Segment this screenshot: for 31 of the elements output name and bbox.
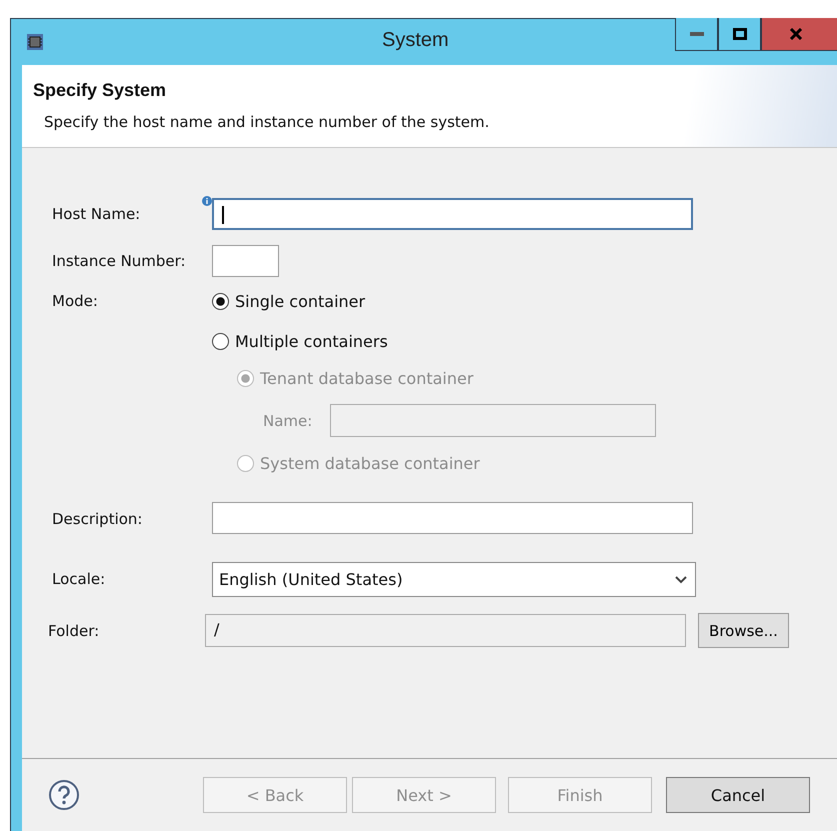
field-label: Instance Number: [52, 252, 187, 270]
field-label: Host Name: [52, 205, 142, 223]
radio-button[interactable] [212, 332, 229, 350]
minimize-button[interactable] [675, 18, 718, 51]
close-button[interactable] [761, 18, 837, 51]
instance-number-field[interactable] [212, 245, 279, 277]
radio-label: Single container [235, 292, 366, 310]
minimize-icon [690, 32, 704, 36]
dialog-button[interactable]: Cancel [666, 777, 810, 813]
radio-label: Multiple containers [235, 332, 388, 350]
close-icon [789, 28, 803, 40]
host-name-field[interactable] [212, 198, 693, 230]
page-title: Specify System [33, 80, 168, 101]
chevron-down-icon [675, 576, 687, 584]
radio-button[interactable] [212, 292, 229, 310]
description-field[interactable] [212, 502, 693, 534]
info-icon [202, 196, 212, 206]
field-label: Mode: [52, 292, 99, 310]
locale-dropdown[interactable]: English (United States) [212, 562, 696, 597]
maximize-button[interactable] [718, 18, 761, 51]
window-title: System [382, 29, 449, 52]
maximize-icon [732, 28, 746, 40]
field-label: Description: [52, 510, 144, 528]
field-label: Name: [263, 412, 314, 430]
field-label: Locale: [52, 570, 106, 588]
chip-icon [25, 32, 45, 52]
page-description: Specify the host name and instance number of the system. [44, 113, 490, 131]
radio-label: System database container [260, 454, 480, 472]
radio-label: Tenant database container [260, 368, 474, 388]
field-label: Folder: [48, 622, 100, 640]
help-icon[interactable] [48, 779, 80, 811]
